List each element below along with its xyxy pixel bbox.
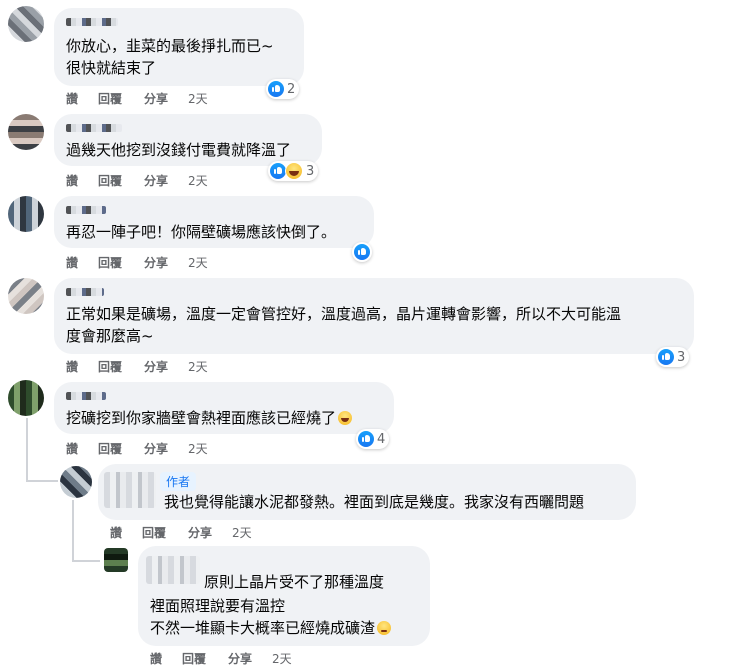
avatar[interactable] [104,548,128,572]
reply-button[interactable]: 回覆 [98,358,144,375]
comment-actions: 讚 回覆 分享 2天 [66,172,208,189]
reply-actions: 讚 回覆 分享 2天 [150,650,292,667]
like-button[interactable]: 讚 [66,172,98,189]
reply-text-line: 裡面照理說要有溫控 [150,597,286,615]
avatar[interactable] [8,114,44,150]
commenter-name[interactable] [66,206,106,214]
share-button[interactable]: 分享 [144,90,188,107]
avatar[interactable] [8,380,44,416]
timestamp[interactable]: 2天 [188,172,208,189]
like-icon [268,81,284,97]
reply-button[interactable]: 回覆 [98,254,144,271]
like-icon [354,244,370,260]
comment-text-line: 很快就結束了 [66,59,157,77]
comment-actions: 讚 回覆 分享 2天 [66,90,208,107]
commenter-name[interactable] [146,556,200,584]
like-button[interactable]: 讚 [66,440,98,457]
reaction-summary[interactable] [352,242,372,262]
like-icon [270,163,286,179]
thread-line [72,500,74,562]
comment-text-line: 過幾天他挖到沒錢付電費就降溫了 [66,141,292,159]
reply-text-line: 我也覺得能讓水泥都發熱。裡面到底是幾度。我家沒有西曬問題 [164,493,585,511]
reaction-count: 2 [287,81,296,97]
haha-icon [285,162,303,180]
comment-actions: 讚 回覆 分享 2天 [66,440,208,457]
reply-button[interactable]: 回覆 [182,650,228,667]
share-button[interactable]: 分享 [144,172,188,189]
laughing-emoji [338,411,353,425]
reaction-count: 3 [677,349,686,365]
comment-actions: 讚 回覆 分享 2天 [66,358,208,375]
commenter-name[interactable] [66,392,106,400]
comment-text-line: 正常如果是礦場，溫度一定會管控好，溫度過高，晶片運轉會影響，所以不大可能溫 [66,305,622,323]
reaction-count: 3 [306,163,315,179]
comment-text-line: 挖礦挖到你家牆壁會熱裡面應該已經燒了 [66,408,353,428]
comment-actions: 讚 回覆 分享 2天 [66,254,208,271]
thinking-emoji [377,621,392,635]
reply-connector [26,480,58,482]
commenter-name[interactable] [104,472,156,508]
thread-line [26,418,28,482]
reply-button[interactable]: 回覆 [98,90,144,107]
reply-connector [72,560,100,562]
avatar[interactable] [60,466,92,498]
reply-button[interactable]: 回覆 [142,524,188,541]
avatar[interactable] [8,196,44,232]
comment-text-line: 再忍一陣子吧！你隔壁礦場應該快倒了。 [66,223,337,241]
share-button[interactable]: 分享 [228,650,272,667]
timestamp[interactable]: 2天 [188,358,208,375]
like-icon [658,349,674,365]
share-button[interactable]: 分享 [144,358,188,375]
commenter-name[interactable] [66,18,118,26]
share-button[interactable]: 分享 [144,440,188,457]
reaction-summary[interactable]: 2 [266,79,300,99]
like-button[interactable]: 讚 [66,90,98,107]
author-badge: 作者 [160,472,197,491]
share-button[interactable]: 分享 [188,524,232,541]
like-button[interactable]: 讚 [110,524,142,541]
timestamp[interactable]: 2天 [188,90,208,107]
like-button[interactable]: 讚 [150,650,182,667]
timestamp[interactable]: 2天 [232,524,252,541]
reaction-summary[interactable]: 4 [356,429,390,449]
reply-text-line: 不然一堆顯卡大概率已經燒成礦渣 [150,618,392,638]
reply-button[interactable]: 回覆 [98,440,144,457]
reaction-summary[interactable]: 3 [656,347,690,367]
like-button[interactable]: 讚 [66,358,98,375]
like-icon [358,431,374,447]
timestamp[interactable]: 2天 [188,440,208,457]
reaction-summary[interactable]: 3 [268,161,319,181]
avatar[interactable] [8,6,44,42]
reply-text-line: 原則上晶片受不了那種溫度 [204,573,385,591]
reply-actions: 讚 回覆 分享 2天 [110,524,252,541]
comment-text-line: 度會那麼高~ [66,327,154,345]
reaction-count: 4 [377,431,386,447]
commenter-name[interactable] [66,288,104,296]
share-button[interactable]: 分享 [144,254,188,271]
avatar[interactable] [8,278,44,314]
reply-button[interactable]: 回覆 [98,172,144,189]
timestamp[interactable]: 2天 [272,650,292,667]
comment-text-line: 你放心，韭菜的最後掙扎而已~ [66,37,274,55]
timestamp[interactable]: 2天 [188,254,208,271]
like-button[interactable]: 讚 [66,254,98,271]
commenter-name[interactable] [66,124,122,132]
